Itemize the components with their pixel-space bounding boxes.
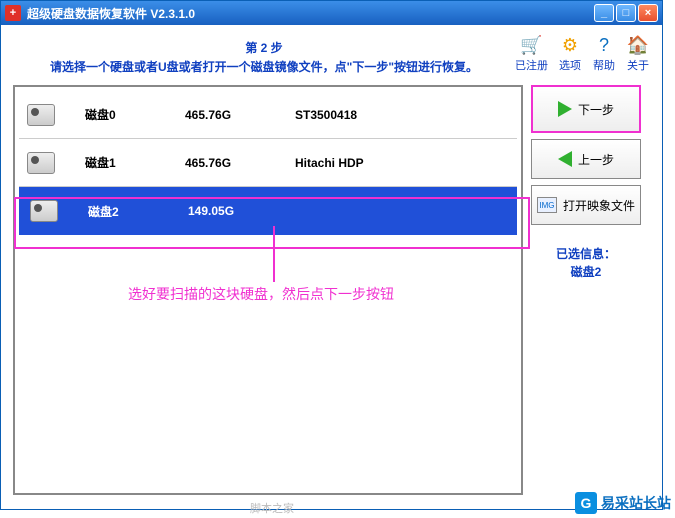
arrow-right-icon: [558, 101, 572, 117]
disk-size: 465.76G: [185, 108, 265, 122]
next-button[interactable]: 下一步: [531, 85, 641, 133]
disk-icon: [27, 104, 55, 126]
gear-icon: ⚙: [558, 33, 582, 57]
disk-row[interactable]: 磁盘1 465.76G Hitachi HDP: [19, 139, 517, 187]
toolbar-label: 关于: [627, 57, 649, 73]
selected-value: 磁盘2: [531, 263, 641, 281]
top-row: 第 2 步 请选择一个硬盘或者U盘或者打开一个磁盘镜像文件，点"下一步"按钮进行…: [13, 33, 650, 77]
disk-name: 磁盘1: [85, 154, 155, 171]
disk-row[interactable]: 磁盘0 465.76G ST3500418: [19, 91, 517, 139]
disk-name: 磁盘2: [88, 203, 158, 220]
toolbar-registered[interactable]: 🛒 已注册: [515, 33, 548, 77]
titlebar: + 超级硬盘数据恢复软件 V2.3.1.0 _ □ ×: [1, 1, 662, 25]
disk-icon: [30, 200, 58, 222]
cart-icon: 🛒: [520, 33, 544, 57]
disk-model: Hitachi HDP: [295, 156, 364, 170]
toolbar-label: 帮助: [593, 57, 615, 73]
site-watermark: G 易采站长站: [575, 492, 671, 514]
open-image-button[interactable]: IMG 打开映象文件: [531, 185, 641, 225]
disk-size: 149.05G: [188, 204, 268, 218]
step-label: 第 2 步: [13, 39, 515, 58]
button-label: 上一步: [578, 151, 614, 168]
disk-model: ST3500418: [295, 108, 357, 122]
annotation-text: 选好要扫描的这块硬盘，然后点下一步按钮: [128, 284, 394, 304]
toolbar-about[interactable]: 🏠 关于: [626, 33, 650, 77]
side-panel: 下一步 上一步 IMG 打开映象文件 已选信息： 磁盘2: [531, 85, 641, 495]
instructions: 第 2 步 请选择一个硬盘或者U盘或者打开一个磁盘镜像文件，点"下一步"按钮进行…: [13, 33, 515, 77]
disk-icon: [27, 152, 55, 174]
image-file-icon: IMG: [537, 197, 557, 213]
toolbar-options[interactable]: ⚙ 选项: [558, 33, 582, 77]
selected-info: 已选信息： 磁盘2: [531, 245, 641, 281]
button-label: 下一步: [578, 101, 614, 118]
app-icon: +: [5, 5, 21, 21]
toolbar-label: 选项: [559, 57, 581, 73]
watermark-icon: G: [575, 492, 597, 514]
button-label: 打开映象文件: [563, 197, 635, 214]
maximize-button[interactable]: □: [616, 4, 636, 22]
minimize-button[interactable]: _: [594, 4, 614, 22]
watermark-text: 易采站长站: [601, 493, 671, 513]
window-title: 超级硬盘数据恢复软件 V2.3.1.0: [27, 5, 594, 22]
step-text: 请选择一个硬盘或者U盘或者打开一个磁盘镜像文件，点"下一步"按钮进行恢复。: [13, 58, 515, 77]
footer-watermark-text: 脚本之家: [250, 500, 294, 516]
help-icon: ?: [592, 33, 616, 57]
disk-name: 磁盘0: [85, 106, 155, 123]
prev-button[interactable]: 上一步: [531, 139, 641, 179]
selected-label: 已选信息：: [531, 245, 641, 263]
arrow-left-icon: [558, 151, 572, 167]
toolbar-help[interactable]: ? 帮助: [592, 33, 616, 77]
app-window: + 超级硬盘数据恢复软件 V2.3.1.0 _ □ × 第 2 步 请选择一个硬…: [0, 0, 663, 510]
disk-size: 465.76G: [185, 156, 265, 170]
window-controls: _ □ ×: [594, 4, 658, 22]
toolbar: 🛒 已注册 ⚙ 选项 ? 帮助 🏠 关于: [515, 33, 650, 77]
content-area: 第 2 步 请选择一个硬盘或者U盘或者打开一个磁盘镜像文件，点"下一步"按钮进行…: [1, 25, 662, 503]
close-button[interactable]: ×: [638, 4, 658, 22]
home-icon: 🏠: [626, 33, 650, 57]
disk-row-selected[interactable]: 磁盘2 149.05G: [19, 187, 517, 235]
toolbar-label: 已注册: [515, 57, 548, 73]
